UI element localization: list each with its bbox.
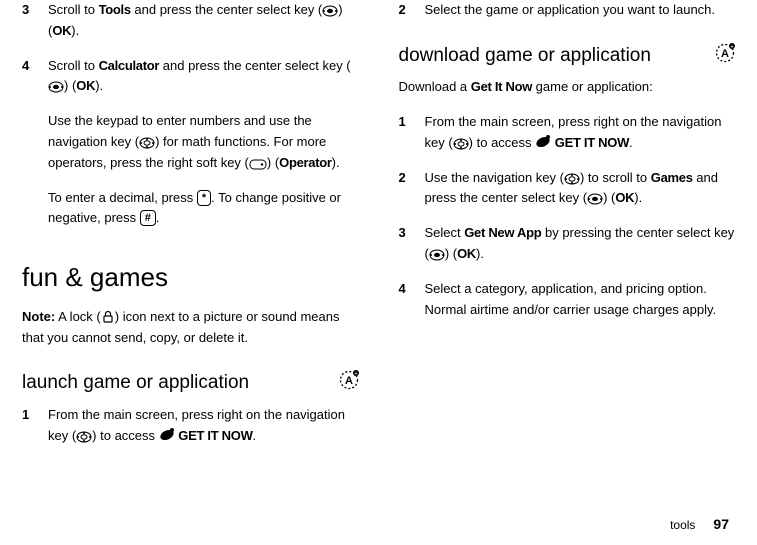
text: ) ( [267,155,279,170]
text: ). [476,246,484,261]
text: ) to access [469,135,535,150]
left-column: 3 Scroll to Tools and press the center s… [22,0,359,460]
text: Download a [399,79,471,94]
heading-row-launch: launch game or application [22,362,359,404]
text: ). [332,155,340,170]
center-select-key-icon [429,249,445,261]
step-body: Scroll to Calculator and press the cente… [48,56,359,244]
menu-name-tools: Tools [99,2,131,17]
launch-step-1: 1 From the main screen, press right on t… [22,405,359,447]
text: ) ( [603,190,615,205]
note: Note: A lock () icon next to a picture o… [22,307,359,349]
step-body: Use the navigation key ( ) to scroll to G… [425,168,736,210]
text: . [156,210,160,225]
text: ) to access [92,428,158,443]
text: and press the center select key ( [159,58,350,73]
lock-icon [101,310,115,324]
text: ). [71,23,79,38]
ok-label: OK [52,23,71,38]
ok-label: OK [76,78,95,93]
text: ) ( [64,78,76,93]
center-select-key-icon [48,81,64,93]
get-new-app-label: Get New App [464,225,541,240]
text: A lock ( [55,309,101,324]
heading-download: download game or application [399,41,708,71]
step-body: Select Get New App by pressing the cente… [425,223,736,265]
download-step-3: 3 Select Get New App by pressing the cen… [399,223,736,265]
ok-label: OK [457,246,476,261]
get-it-now-name: Get It Now [471,79,532,94]
text: and press the center select key ( [131,2,322,17]
step-number: 3 [22,0,36,42]
center-select-key-icon [587,193,603,205]
step-number: 2 [399,168,413,210]
text: Scroll to [48,58,99,73]
footer-section: tools [670,516,695,535]
text: Use the navigation key ( [425,170,564,185]
text: game or application: [532,79,653,94]
text: Select [425,225,465,240]
step-number: 4 [22,56,36,244]
download-intro: Download a Get It Now game or applicatio… [399,77,736,98]
accessibility-badge-icon [715,43,735,70]
step-body: Scroll to Tools and press the center sel… [48,0,359,42]
heading-row-download: download game or application [399,35,736,77]
text: ). [634,190,642,205]
operator-label: Operator [279,155,332,170]
navigation-key-icon [139,137,155,149]
text: Scroll to [48,2,99,17]
step-body: Select a category, application, and pric… [425,279,736,321]
step-body: From the main screen, press right on the… [48,405,359,447]
navigation-key-icon [564,173,580,185]
text: ). [95,78,103,93]
accessibility-badge-icon [339,370,359,397]
launch-step-2: 2 Select the game or application you wan… [399,0,736,21]
get-it-now-icon [535,134,551,150]
star-key-icon: * [197,190,211,206]
text: ) ( [445,246,457,261]
get-it-now-label: GET IT NOW [555,135,629,150]
step-body: From the main screen, press right on the… [425,112,736,154]
center-select-key-icon [322,5,338,17]
ok-label: OK [615,190,634,205]
menu-name-calculator: Calculator [99,58,160,73]
step-4: 4 Scroll to Calculator and press the cen… [22,56,359,244]
hash-key-icon: # [140,210,156,226]
step-3: 3 Scroll to Tools and press the center s… [22,0,359,42]
footer-page-number: 97 [713,513,729,535]
download-step-1: 1 From the main screen, press right on t… [399,112,736,154]
step-number: 1 [22,405,36,447]
get-it-now-icon [159,427,175,443]
download-step-4: 4 Select a category, application, and pr… [399,279,736,321]
download-step-2: 2 Use the navigation key ( ) to scroll to… [399,168,736,210]
right-column: 2 Select the game or application you wan… [399,0,736,460]
text: . [253,428,257,443]
page-footer: tools 97 [670,513,729,535]
get-it-now-label: GET IT NOW [178,428,252,443]
step-body: Select the game or application you want … [425,0,736,21]
step-number: 1 [399,112,413,154]
heading-fun-games: fun & games [22,257,359,299]
note-label: Note: [22,309,55,324]
heading-launch: launch game or application [22,368,331,398]
text: . [629,135,633,150]
text: To enter a decimal, press [48,190,197,205]
navigation-key-icon [76,431,92,443]
step-number: 2 [399,0,413,21]
step-number: 4 [399,279,413,321]
text: ) to scroll to [580,170,651,185]
step-number: 3 [399,223,413,265]
navigation-key-icon [453,138,469,150]
right-soft-key-icon [249,159,267,170]
games-label: Games [651,170,693,185]
